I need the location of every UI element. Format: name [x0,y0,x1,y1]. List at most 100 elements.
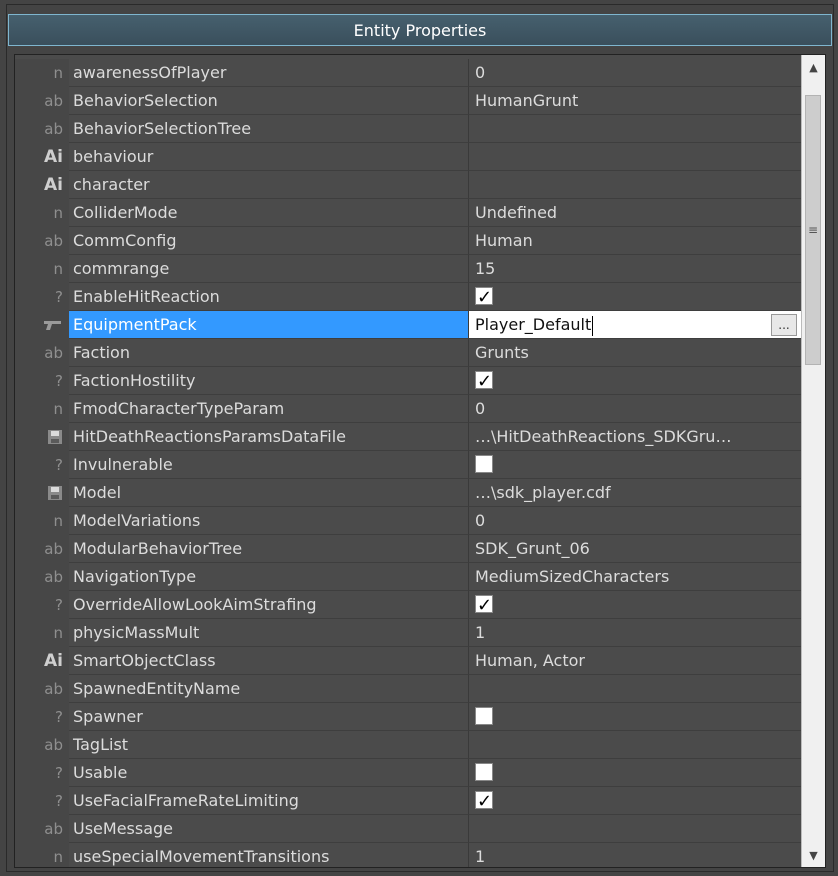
scroll-thumb[interactable]: ≡ [805,95,821,365]
property-value-checkbox-cell[interactable] [469,367,801,395]
property-value-checkbox-cell[interactable] [469,451,801,479]
scroll-up-arrow-icon[interactable]: ▲ [802,55,825,79]
property-name[interactable]: Spawner [69,703,469,731]
property-name[interactable]: SmartObjectClass [69,647,469,675]
property-name[interactable]: BehaviorSelectionTree [69,115,469,143]
property-value[interactable] [469,143,801,171]
property-value[interactable]: Undefined [469,199,801,227]
property-row[interactable]: ab SpawnedEntityName [15,675,801,703]
property-value[interactable]: 1 [469,619,801,647]
property-value-checkbox-cell[interactable] [469,703,801,731]
checked-checkbox[interactable] [475,592,493,618]
property-name[interactable]: TagList [69,731,469,759]
property-name[interactable]: awarenessOfPlayer [69,59,469,87]
property-row[interactable]: n physicMassMult 1 [15,619,801,647]
property-name[interactable]: NavigationType [69,563,469,591]
property-name[interactable]: FactionHostility [69,367,469,395]
property-name[interactable]: ModelVariations [69,507,469,535]
property-row[interactable]: ? Spawner [15,703,801,731]
browse-button[interactable]: ... [771,314,797,336]
property-name[interactable]: EquipmentPack [69,311,469,339]
property-row[interactable]: Model …\sdk_player.cdf [15,479,801,507]
property-value[interactable]: 0 [469,395,801,423]
property-value[interactable]: Player_Default... [469,311,801,339]
property-value[interactable]: Human, Actor [469,647,801,675]
unchecked-checkbox[interactable] [475,455,493,473]
property-value[interactable]: 0 [469,507,801,535]
property-name[interactable]: UseMessage [69,815,469,843]
property-value[interactable]: 1 [469,843,801,867]
property-value[interactable] [469,731,801,759]
property-value[interactable]: Grunts [469,339,801,367]
vertical-scrollbar[interactable]: ▲ ≡ ▼ [801,55,825,867]
checked-checkbox[interactable] [475,284,493,310]
property-row[interactable]: n useSpecialMovementTransitions 1 [15,843,801,867]
property-name[interactable]: character [69,171,469,199]
property-value[interactable]: SDK_Grunt_06 [469,535,801,563]
property-name[interactable]: useSpecialMovementTransitions [69,843,469,867]
property-name[interactable]: ModularBehaviorTree [69,535,469,563]
property-row[interactable]: ab UseMessage [15,815,801,843]
property-row[interactable]: ? Usable [15,759,801,787]
checked-checkbox[interactable] [475,368,493,394]
property-name[interactable]: Usable [69,759,469,787]
property-value[interactable]: HumanGrunt [469,87,801,115]
property-name[interactable]: physicMassMult [69,619,469,647]
property-row[interactable]: ? FactionHostility [15,367,801,395]
property-row[interactable]: EquipmentPack Player_Default... [15,311,801,339]
property-value[interactable]: MediumSizedCharacters [469,563,801,591]
property-row[interactable]: ab TagList [15,731,801,759]
property-value[interactable]: …\HitDeathReactions_SDKGru… [469,423,801,451]
property-row[interactable]: ab BehaviorSelection HumanGrunt [15,87,801,115]
property-row[interactable]: ? OverrideAllowLookAimStrafing [15,591,801,619]
property-row[interactable]: ab NavigationType MediumSizedCharacters [15,563,801,591]
property-name[interactable]: ColliderMode [69,199,469,227]
property-name[interactable]: OverrideAllowLookAimStrafing [69,591,469,619]
property-row[interactable]: ? Invulnerable [15,451,801,479]
property-name[interactable]: CommConfig [69,227,469,255]
property-name[interactable]: behaviour [69,143,469,171]
property-row[interactable]: Ai behaviour [15,143,801,171]
property-name[interactable]: FmodCharacterTypeParam [69,395,469,423]
property-value-checkbox-cell[interactable] [469,759,801,787]
property-row[interactable]: n ColliderMode Undefined [15,199,801,227]
property-row[interactable]: n commrange 15 [15,255,801,283]
property-name[interactable]: BehaviorSelection [69,87,469,115]
property-row[interactable]: ? UseFacialFrameRateLimiting [15,787,801,815]
property-row[interactable]: ? EnableHitReaction [15,283,801,311]
property-row[interactable]: ab CommConfig Human [15,227,801,255]
property-row[interactable]: n FmodCharacterTypeParam 0 [15,395,801,423]
property-row[interactable]: ab ModularBehaviorTree SDK_Grunt_06 [15,535,801,563]
property-value-checkbox-cell[interactable] [469,787,801,815]
property-row[interactable]: HitDeathReactionsParamsDataFile …\HitDeat… [15,423,801,451]
property-row[interactable]: Ai character [15,171,801,199]
property-name[interactable]: Invulnerable [69,451,469,479]
property-value[interactable]: 15 [469,255,801,283]
panel-title-bar[interactable]: Entity Properties [8,14,832,46]
property-value[interactable]: …\sdk_player.cdf [469,479,801,507]
property-row[interactable]: n ModelVariations 0 [15,507,801,535]
property-value[interactable] [469,171,801,199]
property-name[interactable]: Model [69,479,469,507]
property-value-checkbox-cell[interactable] [469,591,801,619]
property-name[interactable]: HitDeathReactionsParamsDataFile [69,423,469,451]
property-value[interactable]: 0 [469,59,801,87]
property-row[interactable]: Ai SmartObjectClass Human, Actor [15,647,801,675]
unchecked-checkbox[interactable] [475,763,493,781]
property-value[interactable] [469,675,801,703]
unchecked-checkbox[interactable] [475,707,493,725]
scroll-down-arrow-icon[interactable]: ▼ [802,843,825,867]
property-name[interactable]: SpawnedEntityName [69,675,469,703]
property-value[interactable]: Human [469,227,801,255]
property-value[interactable] [469,115,801,143]
property-value[interactable] [469,815,801,843]
property-row[interactable]: ab Faction Grunts [15,339,801,367]
property-value-checkbox-cell[interactable] [469,283,801,311]
property-name[interactable]: UseFacialFrameRateLimiting [69,787,469,815]
property-name[interactable]: EnableHitReaction [69,283,469,311]
checked-checkbox[interactable] [475,788,493,814]
property-row[interactable]: ab BehaviorSelectionTree [15,115,801,143]
property-name[interactable]: commrange [69,255,469,283]
property-row[interactable]: n awarenessOfPlayer 0 [15,59,801,87]
property-name[interactable]: Faction [69,339,469,367]
